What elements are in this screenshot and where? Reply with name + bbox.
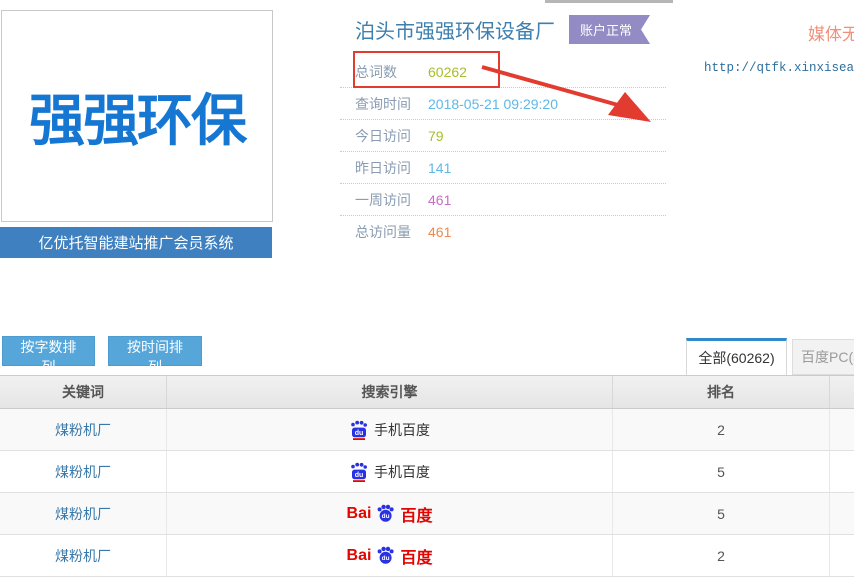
svg-text:du: du — [382, 555, 390, 562]
sort-by-wordcount-button[interactable]: 按字数排列 — [2, 336, 95, 366]
stat-value: 2018-05-21 09:29:20 — [428, 96, 558, 112]
header-extra — [830, 376, 854, 408]
member-system-banner: 亿优托智能建站推广会员系统 — [0, 227, 272, 258]
stat-row-week-visits: 一周访问 461 — [340, 184, 666, 216]
svg-text:du: du — [355, 429, 364, 436]
stat-value: 461 — [428, 192, 451, 208]
stats-panel: 总词数 60262 查询时间 2018-05-21 09:29:20 今日访问 … — [340, 56, 666, 248]
table-row: 煤粉机厂 Bai du 百度 5 — [0, 493, 854, 535]
account-header: 泊头市强强环保设备厂 账户正常 — [355, 15, 650, 44]
top-gray-bar — [545, 0, 673, 3]
header-search-engine: 搜索引擎 — [167, 376, 613, 408]
stat-row-query-time: 查询时间 2018-05-21 09:29:20 — [340, 88, 666, 120]
tab-baidu-pc[interactable]: 百度PC(30 — [792, 339, 854, 375]
stat-row-total-words: 总词数 60262 — [340, 56, 666, 88]
baidu-mobile-icon: du — [349, 420, 369, 440]
site-logo: 强强环保 — [1, 10, 273, 222]
sort-by-time-button[interactable]: 按时间排列 — [108, 336, 202, 366]
table-row: 煤粉机厂 du 手机百度 2 — [0, 409, 854, 451]
rank-value: 2 — [717, 422, 725, 438]
stat-label: 一周访问 — [355, 190, 428, 210]
keyword-link[interactable]: 煤粉机厂 — [55, 504, 111, 524]
stat-row-today-visits: 今日访问 79 — [340, 120, 666, 152]
site-logo-text: 强强环保 — [29, 76, 245, 157]
baidu-logo-cn: 百度 — [400, 502, 432, 526]
baidu-paw-icon: du — [376, 546, 395, 565]
header-rank: 排名 — [613, 376, 830, 408]
account-status-badge: 账户正常 — [569, 15, 650, 44]
baidu-logo-latin: Bai — [347, 547, 372, 565]
engine-label: 手机百度 — [374, 420, 430, 440]
extra-cell — [830, 409, 854, 450]
stat-label: 查询时间 — [355, 94, 428, 114]
keywords-table: 关键词 搜索引擎 排名 煤粉机厂 du 手机百度 — [0, 375, 854, 577]
extra-cell — [830, 493, 854, 534]
engine-cell: Bai du 百度 — [347, 544, 433, 568]
keyword-link[interactable]: 煤粉机厂 — [55, 462, 111, 482]
stat-row-total-visits: 总访问量 461 — [340, 216, 666, 248]
stat-row-yesterday-visits: 昨日访问 141 — [340, 152, 666, 184]
engine-label: 手机百度 — [374, 462, 430, 482]
stat-label: 总词数 — [355, 62, 428, 82]
engine-cell: du 手机百度 — [349, 462, 430, 482]
stat-label: 今日访问 — [355, 126, 428, 146]
table-row: 煤粉机厂 Bai du 百度 2 — [0, 535, 854, 577]
stat-value: 461 — [428, 224, 451, 240]
baidu-logo-cn: 百度 — [400, 544, 432, 568]
seo-dashboard-page: 强强环保 亿优托智能建站推广会员系统 泊头市强强环保设备厂 账户正常 总词数 6… — [0, 0, 854, 579]
stat-value: 79 — [428, 128, 444, 144]
baidu-logo-latin: Bai — [347, 505, 372, 523]
stat-label: 总访问量 — [355, 222, 428, 242]
media-section-heading: 媒体无 — [808, 20, 854, 45]
baidu-mobile-icon: du — [349, 462, 369, 482]
stat-label: 昨日访问 — [355, 158, 428, 178]
site-url-link[interactable]: http://qtfk.xinxisea. — [704, 61, 854, 75]
stat-value: 60262 — [428, 64, 467, 80]
stat-value: 141 — [428, 160, 451, 176]
engine-cell: Bai du 百度 — [347, 502, 433, 526]
tab-all-keywords[interactable]: 全部(60262) — [686, 338, 787, 375]
extra-cell — [830, 451, 854, 492]
keyword-link[interactable]: 煤粉机厂 — [55, 420, 111, 440]
extra-cell — [830, 535, 854, 576]
svg-text:du: du — [382, 513, 390, 520]
table-header-row: 关键词 搜索引擎 排名 — [0, 375, 854, 409]
baidu-paw-icon: du — [376, 504, 395, 523]
rank-value: 5 — [717, 464, 725, 480]
engine-cell: du 手机百度 — [349, 420, 430, 440]
table-row: 煤粉机厂 du 手机百度 5 — [0, 451, 854, 493]
rank-value: 2 — [717, 548, 725, 564]
rank-value: 5 — [717, 506, 725, 522]
header-keyword: 关键词 — [0, 376, 167, 408]
keyword-link[interactable]: 煤粉机厂 — [55, 546, 111, 566]
svg-text:du: du — [355, 471, 364, 478]
page-title: 泊头市强强环保设备厂 — [355, 15, 555, 44]
